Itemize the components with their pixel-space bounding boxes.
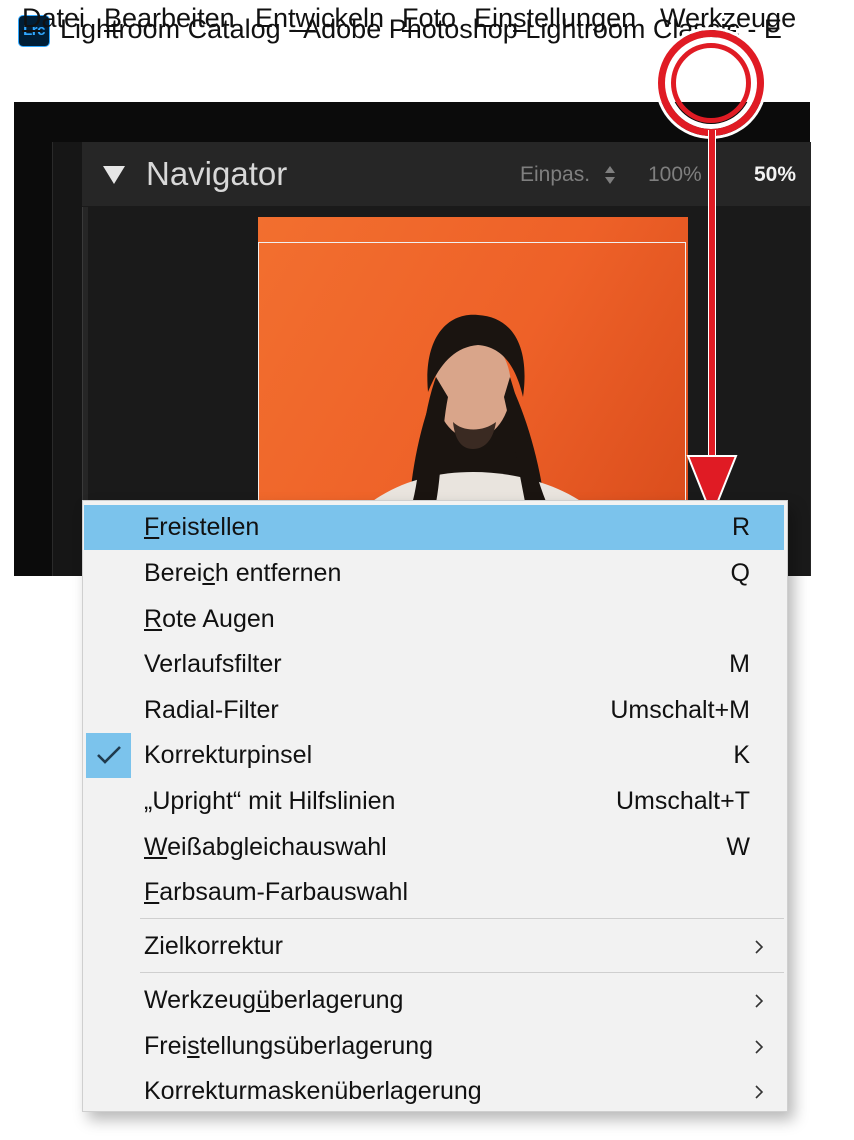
menu-einstellungen[interactable]: Einstellungen xyxy=(474,3,636,34)
menu-item-shortcut: K xyxy=(733,741,750,769)
checkmark-icon xyxy=(97,746,121,764)
submenu-chevron-icon xyxy=(755,994,764,1008)
menu-item-label: Werkzeugüberlagerung xyxy=(144,986,404,1014)
menu-item-shortcut: R xyxy=(731,513,750,541)
menu-datei[interactable]: Datei xyxy=(22,3,85,34)
menu-separator xyxy=(140,918,784,919)
checkmark-box xyxy=(86,733,131,778)
zoom-fit-option[interactable]: Einpas. xyxy=(520,163,590,187)
menu-item-label: Freistellen xyxy=(144,513,260,541)
menu-item-bereich-entfernen[interactable]: Bereich entfernen Q xyxy=(84,551,784,596)
menu-item-label: Korrekturpinsel xyxy=(144,741,313,769)
menu-item-label: Weißabgleichauswahl xyxy=(144,833,387,861)
menu-foto[interactable]: Foto xyxy=(402,3,456,34)
menu-item-label: Korrekturmaskenüberlagerung xyxy=(144,1077,482,1105)
submenu-chevron-icon xyxy=(755,1040,764,1054)
submenu-chevron-icon xyxy=(755,1085,764,1099)
callout-circle-inner xyxy=(671,43,751,123)
zoom-50-option[interactable]: 50% xyxy=(754,163,796,187)
menu-item-label: Zielkorrektur xyxy=(144,932,283,960)
menu-item-korrekturpinsel[interactable]: Korrekturpinsel K xyxy=(84,733,784,778)
menu-item-werkzeugueberlagerung[interactable]: Werkzeugüberlagerung xyxy=(84,978,784,1023)
menu-separator xyxy=(140,972,784,973)
collapse-triangle-icon[interactable] xyxy=(103,166,125,184)
menu-item-shortcut: Umschalt+M xyxy=(610,696,750,724)
menu-item-freistellen[interactable]: Freistellen R xyxy=(84,505,784,550)
menu-item-rote-augen[interactable]: Rote Augen xyxy=(84,597,784,642)
menu-item-radial-filter[interactable]: Radial-Filter Umschalt+M xyxy=(84,688,784,733)
submenu-chevron-icon xyxy=(755,940,764,954)
navigator-title: Navigator xyxy=(146,155,288,192)
panel-edge-strip xyxy=(52,142,83,576)
menu-item-label: Freistellungsüberlagerung xyxy=(144,1032,434,1060)
menu-item-shortcut: Umschalt+T xyxy=(615,787,750,815)
menu-entwickeln[interactable]: Entwickeln xyxy=(255,3,384,34)
callout-arrow-icon xyxy=(686,130,738,519)
menu-item-freistellungsueberlagerung[interactable]: Freistellungsüberlagerung xyxy=(84,1024,784,1069)
menu-item-label: Rote Augen xyxy=(144,605,275,633)
menu-item-farbsaum-farbauswahl[interactable]: Farbsaum-Farbauswahl xyxy=(84,870,784,915)
menu-item-weissabgleichauswahl[interactable]: Weißabgleichauswahl W xyxy=(84,825,784,870)
menu-item-label: Radial-Filter xyxy=(144,696,279,724)
menu-item-label: Farbsaum-Farbauswahl xyxy=(144,878,408,906)
up-down-arrows-icon[interactable] xyxy=(604,164,616,186)
menu-item-label: Bereich entfernen xyxy=(144,559,342,587)
menu-item-zielkorrektur[interactable]: Zielkorrektur xyxy=(84,924,784,969)
menu-item-shortcut: Q xyxy=(730,559,750,587)
menu-item-verlaufsfilter[interactable]: Verlaufsfilter M xyxy=(84,642,784,687)
menu-item-label: Verlaufsfilter xyxy=(144,650,282,678)
menu-item-label: „Upright“ mit Hilfslinien xyxy=(144,787,396,815)
menu-item-upright-hilfslinien[interactable]: „Upright“ mit Hilfslinien Umschalt+T xyxy=(84,779,784,824)
menu-item-shortcut: W xyxy=(726,833,750,861)
menu-item-shortcut: M xyxy=(729,650,750,678)
menu-werkzeuge[interactable]: Werkzeuge xyxy=(660,3,796,34)
menu-item-korrekturmaskenueberlagerung[interactable]: Korrekturmaskenüberlagerung xyxy=(84,1069,784,1114)
menu-bearbeiten[interactable]: Bearbeiten xyxy=(104,3,235,34)
